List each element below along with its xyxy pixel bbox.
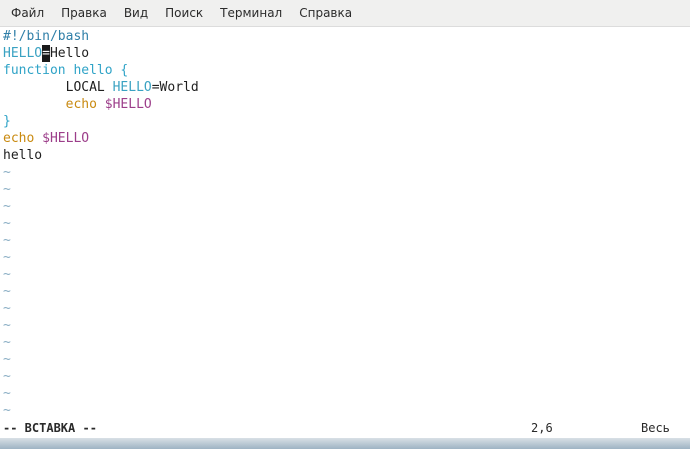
tilde-marker: ~ [3,165,11,180]
tilde-marker: ~ [3,403,11,418]
tilde-marker: ~ [3,216,11,231]
mode-indicator: -- ВСТАВКА -- [3,421,97,435]
code-line: hello [3,147,690,164]
empty-line-marker: ~ [3,334,690,351]
scroll-position: Весь [641,421,670,435]
echo-keyword: echo [65,97,105,112]
empty-line-marker: ~ [3,351,690,368]
empty-line-marker: ~ [3,368,690,385]
empty-line-marker: ~ [3,181,690,198]
menu-bar: Файл Правка Вид Поиск Терминал Справка [0,0,690,27]
echo-keyword: echo [3,131,43,146]
tilde-marker: ~ [3,386,11,401]
menu-edit[interactable]: Правка [61,6,107,20]
tilde-marker: ~ [3,182,11,197]
empty-line-marker: ~ [3,385,690,402]
function-call: hello [3,148,43,163]
editor-area[interactable]: #!/bin/bash HELLO=Hello function hello {… [3,28,690,419]
empty-line-marker: ~ [3,164,690,181]
menu-help[interactable]: Справка [299,6,352,20]
window-bottom-edge [0,438,690,449]
closing-brace: } [3,114,11,129]
shebang: #!/bin/bash [3,29,90,44]
code-line: HELLO=Hello [3,45,690,62]
empty-line-marker: ~ [3,300,690,317]
var-name: HELLO [3,46,43,61]
empty-line-marker: ~ [3,198,690,215]
code-line: } [3,113,690,130]
empty-line-marker: ~ [3,402,690,419]
menu-search[interactable]: Поиск [165,6,203,20]
var-value: Hello [49,46,90,61]
status-bar: -- ВСТАВКА -- 2,6 Весь [0,419,690,438]
empty-line-marker: ~ [3,283,690,300]
tilde-marker: ~ [3,318,11,333]
var-ref: $HELLO [42,131,90,146]
tilde-marker: ~ [3,233,11,248]
code-line: echo $HELLO [3,96,690,113]
menu-terminal[interactable]: Терминал [220,6,282,20]
empty-line-marker: ~ [3,266,690,283]
code-line: echo $HELLO [3,130,690,147]
empty-line-marker: ~ [3,215,690,232]
tilde-marker: ~ [3,199,11,214]
empty-line-marker: ~ [3,232,690,249]
var-value: =World [151,80,199,95]
function-decl: function hello { [3,63,129,78]
empty-line-marker: ~ [3,317,690,334]
tilde-marker: ~ [3,352,11,367]
menu-file[interactable]: Файл [11,6,44,20]
tilde-marker: ~ [3,284,11,299]
code-line: #!/bin/bash [3,28,690,45]
tilde-marker: ~ [3,267,11,282]
cursor-position: 2,6 [531,421,553,435]
tilde-marker: ~ [3,369,11,384]
tilde-marker: ~ [3,301,11,316]
var-ref: $HELLO [104,97,152,112]
local-keyword: LOCAL [65,80,113,95]
tilde-marker: ~ [3,335,11,350]
text-cursor: = [42,45,50,62]
empty-line-marker: ~ [3,249,690,266]
code-line: LOCAL HELLO=World [3,79,690,96]
tilde-marker: ~ [3,250,11,265]
menu-view[interactable]: Вид [124,6,148,20]
var-name: HELLO [112,80,152,95]
code-line: function hello { [3,62,690,79]
